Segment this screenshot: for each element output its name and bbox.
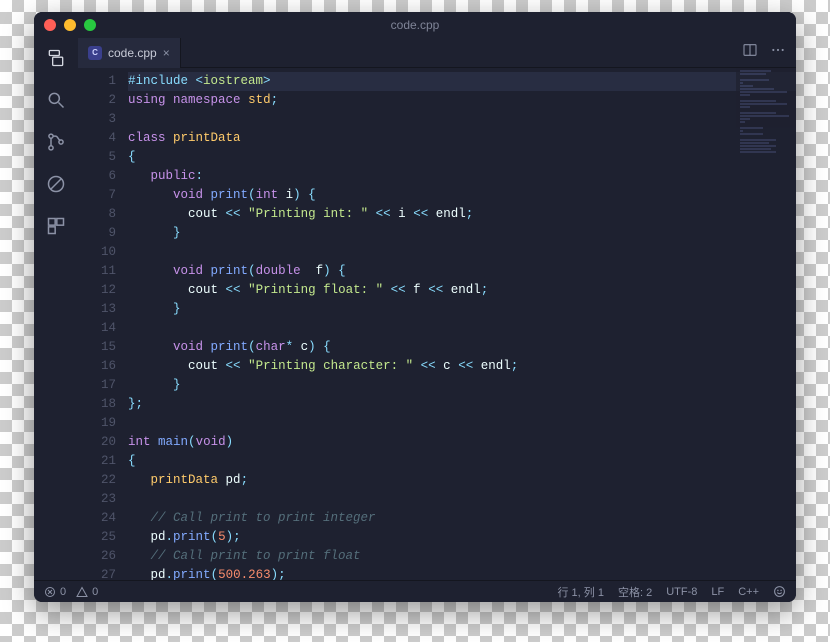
line-number: 11 — [78, 262, 116, 281]
code-line[interactable]: }; — [128, 395, 796, 414]
code-line[interactable]: printData pd; — [128, 471, 796, 490]
code-line[interactable]: } — [128, 300, 796, 319]
line-number: 14 — [78, 319, 116, 338]
extensions-icon[interactable] — [44, 214, 68, 238]
status-language[interactable]: C++ — [738, 586, 759, 598]
line-number: 4 — [78, 129, 116, 148]
code-line[interactable]: void print(char* c) { — [128, 338, 796, 357]
line-number: 7 — [78, 186, 116, 205]
line-number: 27 — [78, 566, 116, 580]
code-line[interactable]: void print(double f) { — [128, 262, 796, 281]
titlebar[interactable]: code.cpp — [34, 12, 796, 38]
activity-bar — [34, 38, 78, 580]
line-number: 15 — [78, 338, 116, 357]
line-number: 12 — [78, 281, 116, 300]
code-line[interactable]: using namespace std; — [128, 91, 796, 110]
code-line[interactable]: } — [128, 224, 796, 243]
traffic-lights — [44, 19, 96, 31]
tab-code-cpp[interactable]: C code.cpp × — [78, 38, 181, 68]
status-eol[interactable]: LF — [711, 586, 724, 598]
status-warnings[interactable]: 0 — [76, 586, 98, 598]
close-tab-icon[interactable]: × — [163, 46, 170, 60]
line-number: 26 — [78, 547, 116, 566]
cpp-file-icon: C — [88, 46, 102, 60]
code-line[interactable]: #include <iostream> — [128, 72, 796, 91]
maximize-window-button[interactable] — [84, 19, 96, 31]
editor-area: C code.cpp × 123456789101112131415161718… — [78, 38, 796, 580]
status-feedback-icon[interactable] — [773, 585, 786, 598]
line-number: 2 — [78, 91, 116, 110]
editor-window: code.cpp C code.cpp — [34, 12, 796, 602]
line-number: 24 — [78, 509, 116, 528]
tab-bar-actions — [742, 42, 796, 63]
line-number: 25 — [78, 528, 116, 547]
search-icon[interactable] — [44, 88, 68, 112]
debug-icon[interactable] — [44, 172, 68, 196]
code-line[interactable]: { — [128, 452, 796, 471]
line-number: 17 — [78, 376, 116, 395]
code-line[interactable]: // Call print to print float — [128, 547, 796, 566]
code-editor[interactable]: 1234567891011121314151617181920212223242… — [78, 68, 796, 580]
code-line[interactable] — [128, 243, 796, 262]
code-line[interactable]: int main(void) — [128, 433, 796, 452]
line-number: 16 — [78, 357, 116, 376]
explorer-icon[interactable] — [44, 46, 68, 70]
code-line[interactable]: } — [128, 376, 796, 395]
code-line[interactable]: pd.print(500.263); — [128, 566, 796, 580]
code-line[interactable]: void print(int i) { — [128, 186, 796, 205]
tab-filename: code.cpp — [108, 46, 157, 60]
line-number: 19 — [78, 414, 116, 433]
line-number: 21 — [78, 452, 116, 471]
code-line[interactable] — [128, 414, 796, 433]
close-window-button[interactable] — [44, 19, 56, 31]
minimap[interactable] — [736, 68, 796, 198]
code-line[interactable]: pd.print(5); — [128, 528, 796, 547]
code-line[interactable] — [128, 110, 796, 129]
source-control-icon[interactable] — [44, 130, 68, 154]
code-scroll-area[interactable]: #include <iostream>using namespace std; … — [128, 68, 796, 580]
line-number: 3 — [78, 110, 116, 129]
code-line[interactable] — [128, 319, 796, 338]
line-number: 22 — [78, 471, 116, 490]
code-line[interactable]: cout << "Printing int: " << i << endl; — [128, 205, 796, 224]
status-spaces[interactable]: 空格: 2 — [618, 584, 652, 600]
code-content[interactable]: #include <iostream>using namespace std; … — [128, 68, 796, 580]
status-cursor-position[interactable]: 行 1, 列 1 — [557, 584, 603, 600]
line-number: 13 — [78, 300, 116, 319]
line-number: 20 — [78, 433, 116, 452]
line-number-gutter: 1234567891011121314151617181920212223242… — [78, 68, 128, 580]
code-line[interactable]: cout << "Printing character: " << c << e… — [128, 357, 796, 376]
line-number: 5 — [78, 148, 116, 167]
line-number: 8 — [78, 205, 116, 224]
line-number: 1 — [78, 72, 116, 91]
line-number: 9 — [78, 224, 116, 243]
line-number: 10 — [78, 243, 116, 262]
more-actions-icon[interactable] — [770, 42, 786, 63]
tab-bar: C code.cpp × — [78, 38, 796, 68]
code-line[interactable] — [128, 490, 796, 509]
line-number: 6 — [78, 167, 116, 186]
code-line[interactable]: // Call print to print integer — [128, 509, 796, 528]
main-area: C code.cpp × 123456789101112131415161718… — [34, 38, 796, 580]
window-title: code.cpp — [391, 18, 440, 32]
minimize-window-button[interactable] — [64, 19, 76, 31]
code-line[interactable]: class printData — [128, 129, 796, 148]
status-bar: 0 0 行 1, 列 1 空格: 2 UTF-8 LF C++ — [34, 580, 796, 602]
status-encoding[interactable]: UTF-8 — [666, 586, 697, 598]
split-editor-icon[interactable] — [742, 42, 758, 63]
code-line[interactable]: public: — [128, 167, 796, 186]
code-line[interactable]: cout << "Printing float: " << f << endl; — [128, 281, 796, 300]
line-number: 23 — [78, 490, 116, 509]
status-errors[interactable]: 0 — [44, 586, 66, 598]
line-number: 18 — [78, 395, 116, 414]
code-line[interactable]: { — [128, 148, 796, 167]
